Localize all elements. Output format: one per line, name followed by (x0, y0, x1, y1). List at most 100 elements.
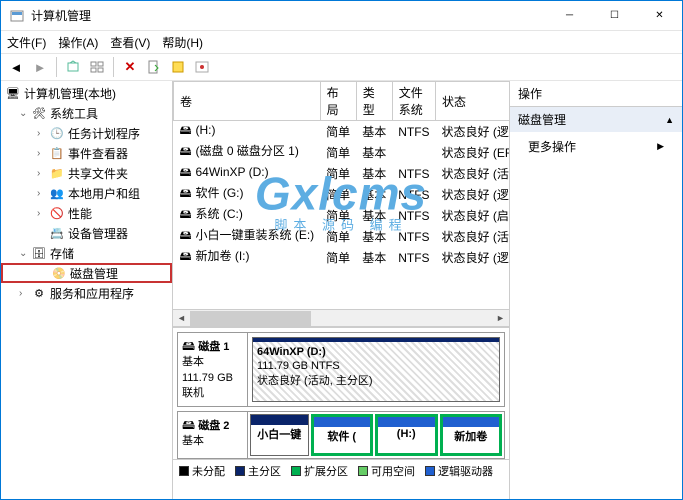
tree-shared-folders[interactable]: ›📁共享文件夹 (1, 163, 172, 183)
scroll-right-icon[interactable]: ► (492, 311, 509, 326)
titlebar: 计算机管理 ─ ☐ ✕ (1, 1, 682, 31)
expander-icon[interactable]: ⌄ (19, 248, 31, 259)
vol-type: 基本 (356, 121, 392, 143)
refresh-button[interactable] (167, 56, 189, 78)
close-button[interactable]: ✕ (637, 1, 682, 31)
col-status[interactable]: 状态 (436, 82, 509, 121)
tree-performance[interactable]: ›🚫性能 (1, 203, 172, 223)
tools-icon: 🛠 (31, 105, 47, 121)
expander-icon[interactable]: › (37, 148, 49, 159)
drive-icon: 🖴 (180, 163, 194, 184)
expander-icon[interactable]: › (37, 168, 49, 179)
vol-type: 基本 (356, 205, 392, 226)
nav-tree[interactable]: 🖥计算机管理(本地) ⌄🛠系统工具 ›🕒任务计划程序 ›📋事件查看器 ›📁共享文… (1, 81, 173, 499)
vol-fs: NTFS (392, 163, 435, 184)
actions-more[interactable]: 更多操作▶ (510, 132, 682, 161)
properties-button[interactable] (143, 56, 165, 78)
vol-type: 基本 (356, 163, 392, 184)
partition-e[interactable]: 小白一键 (250, 414, 309, 456)
vol-layout: 简单 (320, 163, 356, 184)
up-button[interactable] (62, 56, 84, 78)
expander-icon[interactable]: › (37, 208, 49, 219)
col-type[interactable]: 类型 (356, 82, 392, 121)
vol-name: 🖴小白一键重装系统 (E:) (174, 226, 321, 247)
expander-icon[interactable]: ⌄ (19, 108, 31, 119)
disk-1-row[interactable]: 🖴 磁盘 1 基本 111.79 GB 联机 64WinXP (D:) 111.… (177, 332, 505, 407)
drive-icon: 🖴 (180, 205, 194, 226)
h-scrollbar[interactable]: ◄ ► (173, 309, 509, 326)
menu-action[interactable]: 操作(A) (58, 34, 98, 51)
users-icon: 👥 (49, 185, 65, 201)
chevron-right-icon: ▶ (657, 141, 664, 152)
back-button[interactable]: ◄ (5, 56, 27, 78)
vol-name: 🖴系统 (C:) (174, 205, 321, 226)
forward-button[interactable]: ► (29, 56, 51, 78)
scroll-left-icon[interactable]: ◄ (173, 311, 190, 326)
tree-device-manager[interactable]: 📇设备管理器 (1, 223, 172, 243)
col-layout[interactable]: 布局 (320, 82, 356, 121)
event-icon: 📋 (49, 145, 65, 161)
vol-status: 状态良好 (活动, 主 (436, 226, 509, 247)
partition-h[interactable]: (H:) (375, 414, 438, 456)
vol-name: 🖴新加卷 (I:) (174, 247, 321, 268)
tree-disk-management[interactable]: 📀磁盘管理 (1, 263, 172, 283)
vol-status: 状态良好 (EFI 系统 (436, 142, 509, 163)
menu-view[interactable]: 查看(V) (110, 34, 150, 51)
disk-2-info: 🖴 磁盘 2 基本 (178, 412, 248, 458)
col-volume[interactable]: 卷 (174, 82, 321, 121)
volume-list: 卷 布局 类型 文件系统 状态 🖴(H:)简单基本NTFS状态良好 (逻辑驱🖴(… (173, 81, 509, 309)
scroll-track[interactable] (190, 311, 492, 326)
volume-row[interactable]: 🖴新加卷 (I:)简单基本NTFS状态良好 (逻辑驱 (174, 247, 510, 268)
vol-fs: NTFS (392, 226, 435, 247)
services-icon: ⚙ (31, 285, 47, 301)
drive-icon: 🖴 (180, 121, 194, 142)
expander-icon[interactable]: › (19, 288, 31, 299)
maximize-button[interactable]: ☐ (592, 1, 637, 31)
volume-row[interactable]: 🖴软件 (G:)简单基本NTFS状态良好 (逻辑驱 (174, 184, 510, 205)
scroll-thumb[interactable] (190, 311, 311, 326)
center-pane: 卷 布局 类型 文件系统 状态 🖴(H:)简单基本NTFS状态良好 (逻辑驱🖴(… (173, 81, 510, 499)
volume-row[interactable]: 🖴(H:)简单基本NTFS状态良好 (逻辑驱 (174, 121, 510, 143)
expander-icon[interactable]: › (37, 128, 49, 139)
perf-icon: 🚫 (49, 205, 65, 221)
disk-icon: 🖴 (182, 338, 195, 353)
disk-layout: 🖴 磁盘 1 基本 111.79 GB 联机 64WinXP (D:) 111.… (173, 326, 509, 499)
col-filesystem[interactable]: 文件系统 (392, 82, 435, 121)
toolbar-divider (56, 57, 57, 77)
vol-layout: 简单 (320, 247, 356, 268)
tree-event-viewer[interactable]: ›📋事件查看器 (1, 143, 172, 163)
disk-2-row[interactable]: 🖴 磁盘 2 基本 小白一键 软件 ( (H:) 新加卷 (177, 411, 505, 459)
volume-row[interactable]: 🖴64WinXP (D:)简单基本NTFS状态良好 (活动, 主 (174, 163, 510, 184)
views-button[interactable] (86, 56, 108, 78)
delete-button[interactable]: ✕ (119, 56, 141, 78)
partition-i[interactable]: 新加卷 (440, 414, 503, 456)
swatch-icon (235, 466, 245, 476)
clock-icon: 🕒 (49, 125, 65, 141)
partition-d[interactable]: 64WinXP (D:) 111.79 GB NTFS 状态良好 (活动, 主分… (252, 337, 500, 402)
tree-services[interactable]: ›⚙服务和应用程序 (1, 283, 172, 303)
volume-row[interactable]: 🖴(磁盘 0 磁盘分区 1)简单基本状态良好 (EFI 系统 (174, 142, 510, 163)
drive-icon: 🖴 (180, 247, 194, 268)
menu-help[interactable]: 帮助(H) (162, 34, 203, 51)
tree-system-tools[interactable]: ⌄🛠系统工具 (1, 103, 172, 123)
legend-free: 可用空间 (358, 463, 415, 479)
swatch-icon (179, 466, 189, 476)
tree-storage[interactable]: ⌄🗄存储 (1, 243, 172, 263)
drive-icon: 🖴 (180, 226, 194, 247)
actions-section[interactable]: 磁盘管理▲ (510, 107, 682, 132)
menu-file[interactable]: 文件(F) (7, 34, 46, 51)
vol-status: 状态良好 (活动, 主 (436, 163, 509, 184)
tree-root[interactable]: 🖥计算机管理(本地) (1, 83, 172, 103)
vol-status: 状态良好 (逻辑驱 (436, 184, 509, 205)
app-icon (9, 8, 25, 24)
vol-type: 基本 (356, 142, 392, 163)
minimize-button[interactable]: ─ (547, 1, 592, 31)
volume-row[interactable]: 🖴系统 (C:)简单基本NTFS状态良好 (启动, 页 (174, 205, 510, 226)
partition-g[interactable]: 软件 ( (311, 414, 374, 456)
tree-task-scheduler[interactable]: ›🕒任务计划程序 (1, 123, 172, 143)
tree-local-users[interactable]: ›👥本地用户和组 (1, 183, 172, 203)
legend-logical: 逻辑驱动器 (425, 463, 493, 479)
expander-icon[interactable]: › (37, 188, 49, 199)
help-button[interactable] (191, 56, 213, 78)
volume-row[interactable]: 🖴小白一键重装系统 (E:)简单基本NTFS状态良好 (活动, 主 (174, 226, 510, 247)
